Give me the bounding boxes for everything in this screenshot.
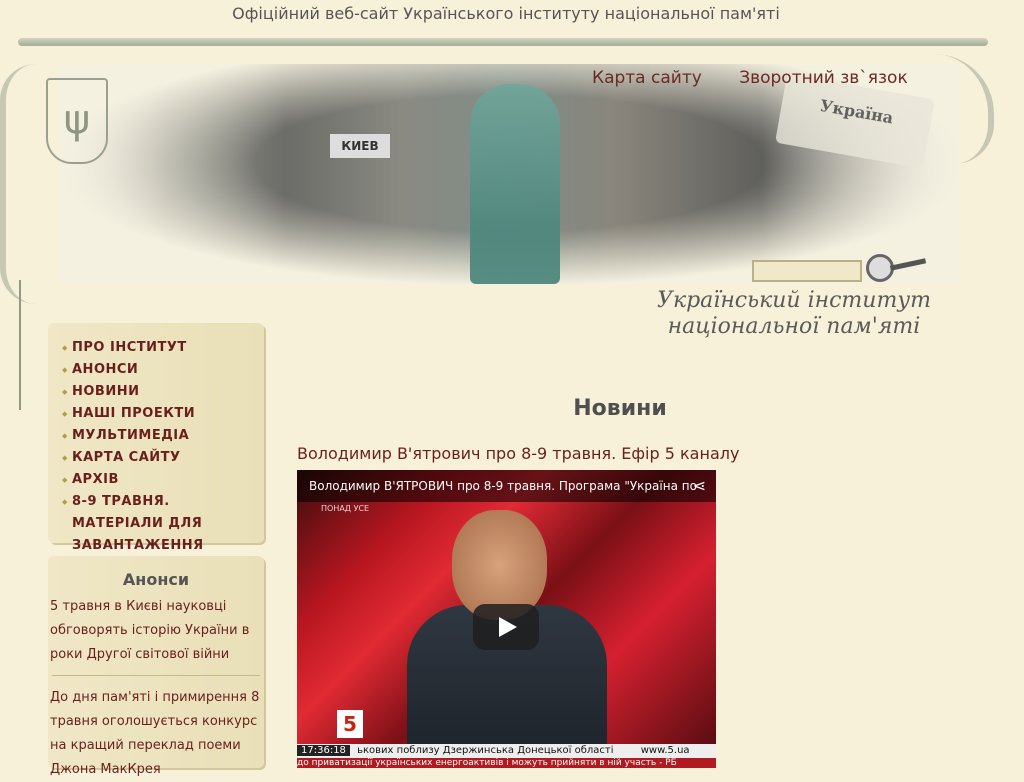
ticker-time: 17:36:18 [297,745,350,756]
header-banner: Україна КИЕВ ψ Карта сайту Зворотний зв`… [0,24,1024,304]
ornament-left [0,64,36,304]
header-frame [18,38,988,46]
nav-item-about[interactable]: ПРО ІНСТИТУТ [62,337,264,359]
news-ticker-bottom: до приватизації українських енергоактиві… [297,758,716,768]
ornament-rule [19,280,21,410]
video-player[interactable]: ПОНАД УСЕ Володимир В'ЯТРОВИЧ про 8-9 тр… [297,470,716,768]
header-links: Карта сайту Зворотний зв`язок [592,68,940,88]
divider [52,675,260,676]
nav-item-announcements[interactable]: АНОНСИ [62,359,264,381]
announcement-link[interactable]: 5 травня в Києві науковці обговорять іст… [48,595,264,667]
site-tagline: Офіційний веб-сайт Українського інститут… [232,4,780,23]
video-title[interactable]: Володимир В'ЯТРОВИЧ про 8-9 травня. Прог… [297,470,716,502]
coat-of-arms-icon[interactable]: ψ [46,78,108,164]
channel-logo: 5 [337,710,363,738]
play-button[interactable] [473,604,539,650]
main-navigation: ПРО ІНСТИТУТ АНОНСИ НОВИНИ НАШІ ПРОЕКТИ … [48,323,264,553]
article-title-link[interactable]: Володимир В'ятрович про 8-9 травня. Ефір… [297,444,739,463]
nav-item-projects[interactable]: НАШІ ПРОЕКТИ [62,403,264,425]
news-ticker-top: 17:36:18 ькових поблизу Дзержинська Доне… [297,744,716,758]
ticker-site: www.5.ua [640,745,690,756]
ticker-text: ькових поблизу Дзержинська Донецької обл… [357,745,614,756]
announcements-panel: Анонси 5 травня в Києві науковці обговор… [48,556,264,777]
nav-item-sitemap[interactable]: КАРТА САЙТУ [62,447,264,469]
nav-item-news[interactable]: НОВИНИ [62,381,264,403]
nav-item-multimedia[interactable]: МУЛЬТИМЕДІА [62,425,264,447]
institute-name-line1: Український інститут [657,288,931,313]
sitemap-link[interactable]: Карта сайту [592,68,702,88]
independence-monument-image [470,84,560,284]
feedback-link[interactable]: Зворотний зв`язок [739,68,908,88]
nav-item-may-materials[interactable]: 8-9 ТРАВНЯ. МАТЕРІАЛИ ДЛЯ ЗАВАНТАЖЕННЯ [62,491,264,557]
institute-name-line2: національної пам'яті [667,314,921,339]
nav-item-archive[interactable]: АРХІВ [62,469,264,491]
search-input[interactable] [752,260,862,282]
announcements-title: Анонси [122,570,190,589]
institute-logo-text: Український інститут національної пам'ят… [634,288,954,340]
kyiv-sign-image: КИЕВ [330,134,390,158]
share-icon[interactable]: ⋖ [693,476,706,495]
channel-brand-text: ПОНАД УСЕ [321,504,370,513]
section-title: Новини [573,396,667,421]
